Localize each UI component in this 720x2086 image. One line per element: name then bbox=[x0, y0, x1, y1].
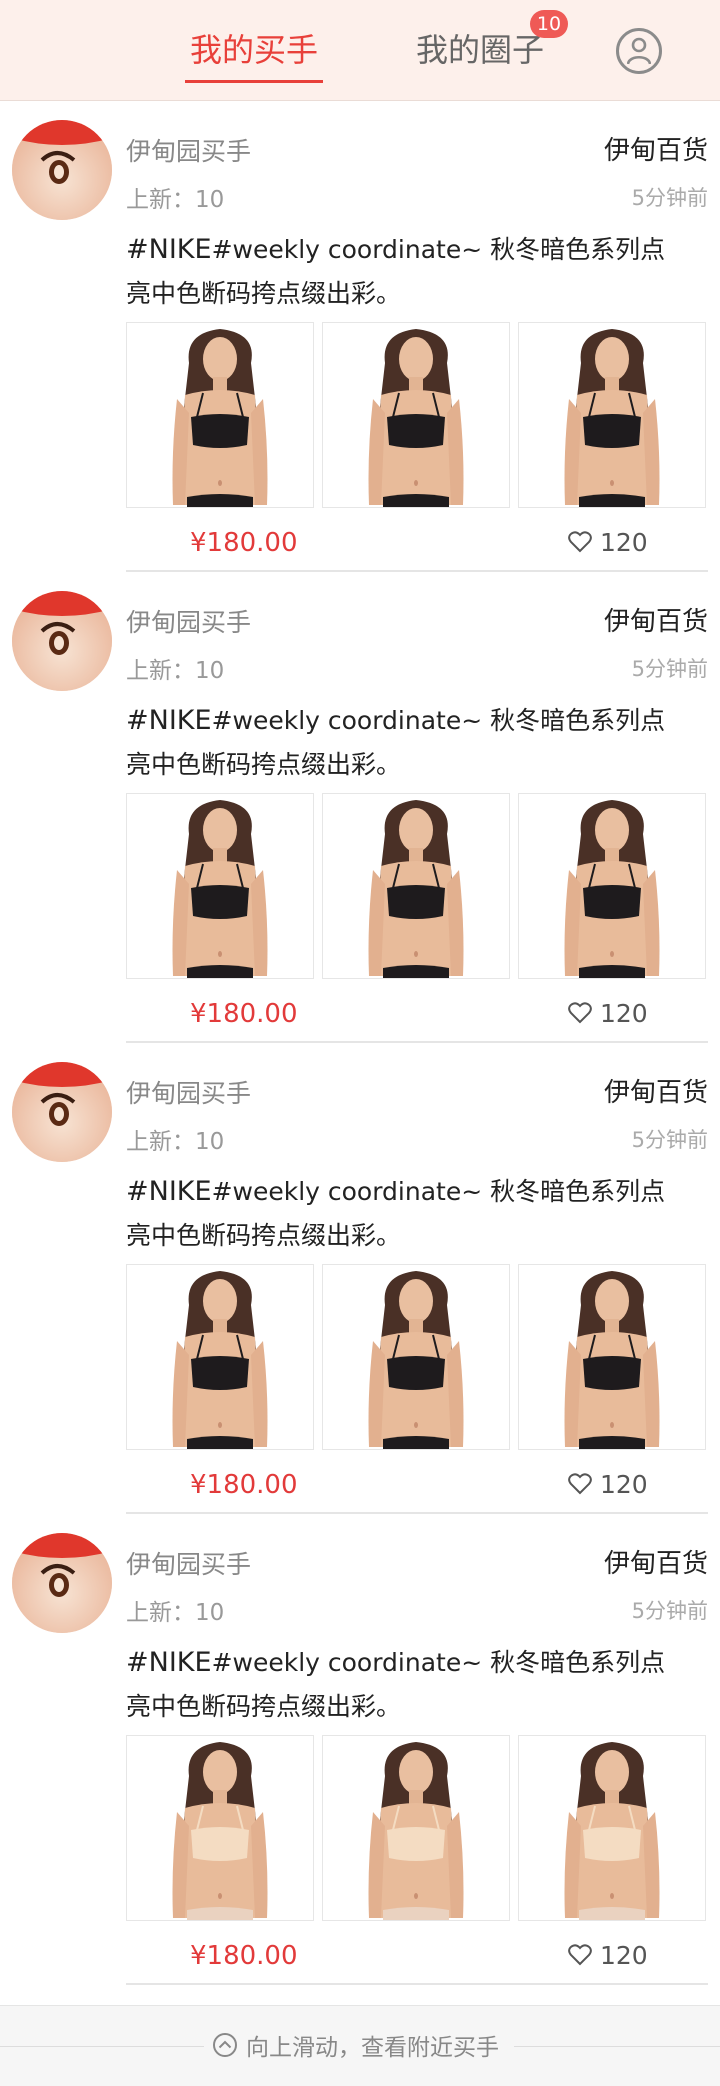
product-price: ¥180.00 bbox=[190, 1941, 298, 1971]
like-button[interactable]: 120 bbox=[568, 1941, 648, 1970]
product-thumbnail[interactable] bbox=[518, 793, 706, 979]
buyer-post[interactable]: 伊甸园买手 伊甸百货上新：10 5分钟前 #NIKE#weekly coordinat… bbox=[0, 571, 720, 1043]
top-nav-bar: 我的买手 我的圈子 10 bbox=[0, 0, 720, 101]
new-items-count: 上新：10 bbox=[126, 1129, 225, 1155]
tab-my-circle[interactable]: 我的圈子 bbox=[416, 26, 544, 74]
swipe-hint-text: 向上滑动，查看附近买手 bbox=[246, 2035, 499, 2061]
new-items-count: 上新：10 bbox=[126, 658, 225, 684]
divider-right bbox=[514, 2046, 720, 2047]
buyer-name[interactable]: 伊甸园买手 bbox=[126, 1074, 251, 1110]
post-description: #NIKE#weekly coordinate~ 秋冬暗色系列点亮中色断码挎点缀… bbox=[126, 1170, 686, 1258]
product-thumbnail[interactable] bbox=[322, 1735, 510, 1921]
heart-icon bbox=[568, 1473, 592, 1495]
product-thumbnail[interactable] bbox=[126, 322, 314, 508]
product-price: ¥180.00 bbox=[190, 999, 298, 1029]
post-time: 5分钟前 bbox=[631, 1599, 708, 1623]
buyer-name[interactable]: 伊甸园买手 bbox=[126, 132, 251, 168]
heart-icon bbox=[568, 1002, 592, 1024]
store-name[interactable]: 伊甸百货 bbox=[604, 1072, 708, 1109]
tab-my-buyers-label: 我的买手 bbox=[190, 31, 319, 69]
buyer-avatar[interactable] bbox=[12, 120, 112, 220]
buyer-name[interactable]: 伊甸园买手 bbox=[126, 1545, 251, 1581]
heart-icon bbox=[568, 531, 592, 553]
post-description: #NIKE#weekly coordinate~ 秋冬暗色系列点亮中色断码挎点缀… bbox=[126, 1641, 686, 1729]
active-tab-indicator bbox=[185, 80, 324, 83]
buyer-name[interactable]: 伊甸园买手 bbox=[126, 603, 251, 639]
circle-notification-badge: 10 bbox=[530, 10, 568, 38]
product-thumbnail[interactable] bbox=[126, 1264, 314, 1450]
new-items-count: 上新：10 bbox=[126, 1600, 225, 1626]
post-time: 5分钟前 bbox=[631, 186, 708, 210]
swipe-hint: 向上滑动，查看附近买手 bbox=[212, 2028, 499, 2062]
product-thumbnail[interactable] bbox=[518, 1735, 706, 1921]
post-description: #NIKE#weekly coordinate~ 秋冬暗色系列点亮中色断码挎点缀… bbox=[126, 699, 686, 787]
product-price: ¥180.00 bbox=[190, 1470, 298, 1500]
buyer-post[interactable]: 伊甸园买手 伊甸百货上新：10 5分钟前 #NIKE#weekly coordinat… bbox=[0, 1042, 720, 1514]
buyer-post[interactable]: 伊甸园买手 伊甸百货上新：10 5分钟前 #NIKE#weekly coordinat… bbox=[0, 100, 720, 572]
post-description: #NIKE#weekly coordinate~ 秋冬暗色系列点亮中色断码挎点缀… bbox=[126, 228, 686, 316]
divider-left bbox=[0, 2046, 204, 2047]
product-thumbnail[interactable] bbox=[518, 322, 706, 508]
buyer-avatar[interactable] bbox=[12, 1533, 112, 1633]
store-name[interactable]: 伊甸百货 bbox=[604, 1543, 708, 1580]
product-price: ¥180.00 bbox=[190, 528, 298, 558]
product-thumbnail[interactable] bbox=[126, 793, 314, 979]
tab-my-buyers[interactable]: 我的买手 bbox=[185, 26, 324, 83]
like-button[interactable]: 120 bbox=[568, 1470, 648, 1499]
post-hashtag[interactable]: #NIKE bbox=[126, 705, 212, 736]
like-button[interactable]: 120 bbox=[568, 999, 648, 1028]
buyer-avatar[interactable] bbox=[12, 1062, 112, 1162]
buyer-avatar[interactable] bbox=[12, 591, 112, 691]
post-hashtag[interactable]: #NIKE bbox=[126, 1647, 212, 1678]
product-thumbnail[interactable] bbox=[322, 793, 510, 979]
like-count: 120 bbox=[600, 999, 648, 1028]
post-hashtag[interactable]: #NIKE bbox=[126, 234, 212, 265]
like-count: 120 bbox=[600, 1941, 648, 1970]
store-name[interactable]: 伊甸百货 bbox=[604, 130, 708, 167]
product-thumbnail[interactable] bbox=[322, 1264, 510, 1450]
store-name[interactable]: 伊甸百货 bbox=[604, 601, 708, 638]
buyer-post[interactable]: 伊甸园买手 伊甸百货上新：10 5分钟前 #NIKE#weekly coordinat… bbox=[0, 1513, 720, 1985]
user-profile-icon[interactable] bbox=[616, 28, 662, 74]
chevron-up-circle-icon bbox=[213, 2033, 237, 2057]
like-count: 120 bbox=[600, 528, 648, 557]
nearby-buyers-hint-bar[interactable]: 向上滑动，查看附近买手 bbox=[0, 2005, 720, 2086]
post-divider bbox=[126, 1983, 708, 1985]
post-time: 5分钟前 bbox=[631, 657, 708, 681]
tab-my-circle-label: 我的圈子 bbox=[416, 31, 545, 69]
product-thumbnail[interactable] bbox=[518, 1264, 706, 1450]
like-count: 120 bbox=[600, 1470, 648, 1499]
new-items-count: 上新：10 bbox=[126, 187, 225, 213]
product-thumbnail[interactable] bbox=[126, 1735, 314, 1921]
like-button[interactable]: 120 bbox=[568, 528, 648, 557]
post-hashtag[interactable]: #NIKE bbox=[126, 1176, 212, 1207]
product-thumbnail[interactable] bbox=[322, 322, 510, 508]
heart-icon bbox=[568, 1944, 592, 1966]
post-time: 5分钟前 bbox=[631, 1128, 708, 1152]
